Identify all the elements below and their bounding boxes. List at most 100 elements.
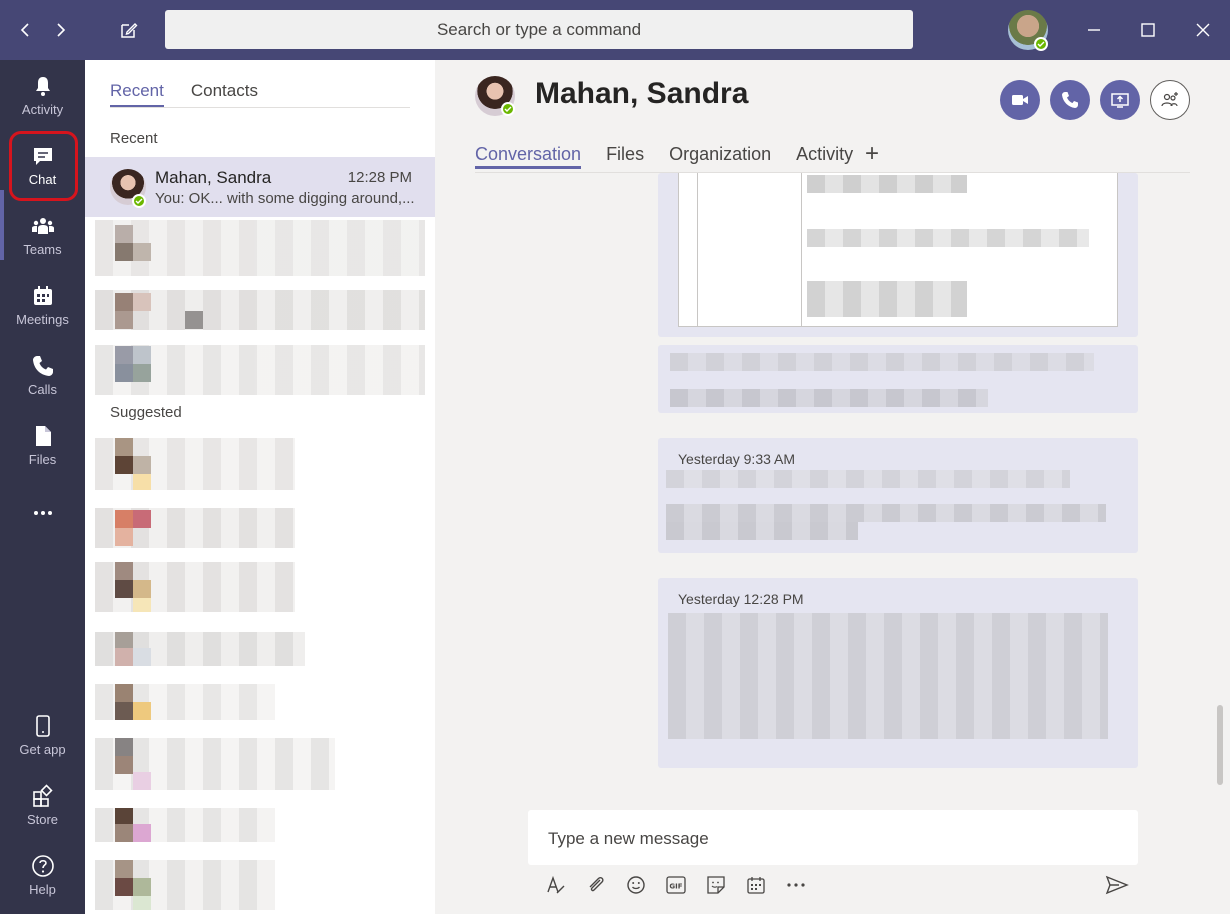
redacted-text	[807, 175, 967, 193]
paperclip-icon	[589, 876, 604, 892]
audio-call-button[interactable]	[1050, 80, 1090, 120]
redacted-contact-item[interactable]	[95, 438, 295, 490]
redacted-text	[666, 522, 858, 540]
add-people-button[interactable]	[1150, 80, 1190, 120]
message-attachment-preview[interactable]	[678, 173, 1118, 327]
maximize-button[interactable]	[1132, 14, 1164, 46]
chat-list-item-active[interactable]: Mahan, Sandra 12:28 PM You: OK... with s…	[85, 157, 435, 217]
redacted-contact-item[interactable]	[95, 508, 295, 548]
minimize-button[interactable]	[1078, 14, 1110, 46]
chat-time: 12:28 PM	[347, 169, 412, 186]
rail-label: Teams	[23, 241, 62, 257]
forward-button[interactable]	[45, 14, 77, 46]
phone-icon	[32, 355, 53, 376]
redacted-text	[666, 504, 1106, 522]
tab-conversation[interactable]: Conversation	[475, 144, 582, 169]
search-input[interactable]: Search or type a command	[165, 10, 913, 49]
redacted-contact-item[interactable]	[95, 684, 275, 720]
chat-preview: You: OK... with some digging around,...	[155, 190, 415, 207]
presence-available-icon	[1034, 37, 1048, 51]
redacted-text	[668, 613, 1108, 739]
more-icon	[33, 511, 52, 515]
presence-available-icon	[132, 194, 146, 208]
message-timestamp: Yesterday 9:33 AM	[678, 451, 796, 467]
redacted-text	[807, 281, 967, 317]
rail-label: Files	[28, 451, 57, 467]
redacted-contact-item[interactable]	[95, 562, 295, 612]
rail-more-button[interactable]	[0, 480, 85, 550]
emoji-button[interactable]	[625, 874, 647, 896]
table-divider	[801, 173, 802, 327]
sticker-button[interactable]	[705, 874, 727, 896]
store-icon	[32, 783, 53, 807]
suggested-section-label: Suggested	[110, 404, 182, 421]
video-camera-icon	[1012, 95, 1028, 105]
video-call-button[interactable]	[1000, 80, 1040, 120]
svg-text:GIF: GIF	[669, 883, 682, 891]
emoji-icon	[627, 876, 645, 894]
rail-item-meetings[interactable]: Meetings	[0, 270, 85, 340]
more-icon	[787, 883, 805, 887]
tab-activity[interactable]: Activity	[796, 144, 853, 169]
close-button[interactable]	[1187, 14, 1219, 46]
message-bubble: Yesterday 12:28 PM	[658, 578, 1138, 768]
attach-button[interactable]	[585, 874, 607, 896]
rail-label: Help	[29, 881, 56, 897]
more-options-button[interactable]	[785, 874, 807, 896]
bell-icon	[35, 76, 50, 96]
redacted-chat-item[interactable]	[95, 290, 425, 330]
title-bar: Search or type a command	[0, 0, 1230, 60]
rail-item-teams[interactable]: Teams	[0, 200, 85, 270]
phone-device-icon	[35, 714, 50, 737]
share-screen-icon	[1111, 93, 1129, 108]
rail-item-help[interactable]: Help	[0, 840, 85, 910]
table-divider	[697, 173, 698, 327]
redacted-chat-item[interactable]	[95, 220, 425, 276]
tab-organization[interactable]: Organization	[669, 144, 771, 169]
message-bubble	[658, 345, 1138, 413]
compose-icon	[121, 23, 138, 38]
redacted-contact-item[interactable]	[95, 860, 275, 910]
add-tab-button[interactable]: +	[865, 140, 879, 168]
redacted-contact-item[interactable]	[95, 808, 275, 842]
rail-label: Get app	[19, 741, 66, 757]
new-chat-button[interactable]	[113, 14, 145, 46]
redacted-contact-item[interactable]	[95, 632, 305, 666]
gif-button[interactable]: GIF	[665, 874, 687, 896]
share-screen-button[interactable]	[1100, 80, 1140, 120]
sticker-icon	[707, 876, 725, 894]
scrollbar[interactable]	[1217, 705, 1223, 785]
redacted-text	[666, 470, 1070, 488]
format-button[interactable]	[545, 874, 567, 896]
rail-item-activity[interactable]: Activity	[0, 60, 85, 130]
format-icon	[547, 875, 565, 894]
back-button[interactable]	[9, 14, 41, 46]
redacted-contact-item[interactable]	[95, 738, 335, 790]
tab-files[interactable]: Files	[606, 144, 644, 169]
calendar-icon	[33, 285, 52, 305]
compose-toolbar: GIF	[545, 874, 807, 896]
redacted-text	[670, 389, 988, 407]
file-icon	[35, 425, 51, 446]
list-tabs: Recent Contacts	[110, 81, 258, 107]
phone-icon	[1062, 92, 1078, 108]
tab-recent[interactable]: Recent	[110, 81, 164, 107]
redacted-chat-item[interactable]	[95, 345, 425, 395]
rail-item-files[interactable]: Files	[0, 410, 85, 480]
chat-highlight-annotation	[9, 131, 78, 201]
rail-label: Activity	[21, 101, 64, 117]
rail-item-get-app[interactable]: Get app	[0, 700, 85, 770]
message-compose-box[interactable]: Type a new message	[528, 810, 1138, 865]
redacted-text	[670, 353, 1094, 371]
rail-item-calls[interactable]: Calls	[0, 340, 85, 410]
tab-contacts[interactable]: Contacts	[191, 81, 258, 107]
redacted-text	[807, 229, 1089, 247]
calendar-icon	[747, 877, 765, 894]
schedule-meeting-button[interactable]	[745, 874, 767, 896]
send-button[interactable]	[1105, 874, 1129, 896]
conversation-pane: Mahan, Sandra Conversation Files Organiz…	[435, 60, 1230, 914]
presence-available-icon	[501, 102, 515, 116]
rail-item-store[interactable]: Store	[0, 770, 85, 840]
maximize-icon	[1141, 23, 1155, 37]
tabs-divider	[110, 107, 410, 108]
